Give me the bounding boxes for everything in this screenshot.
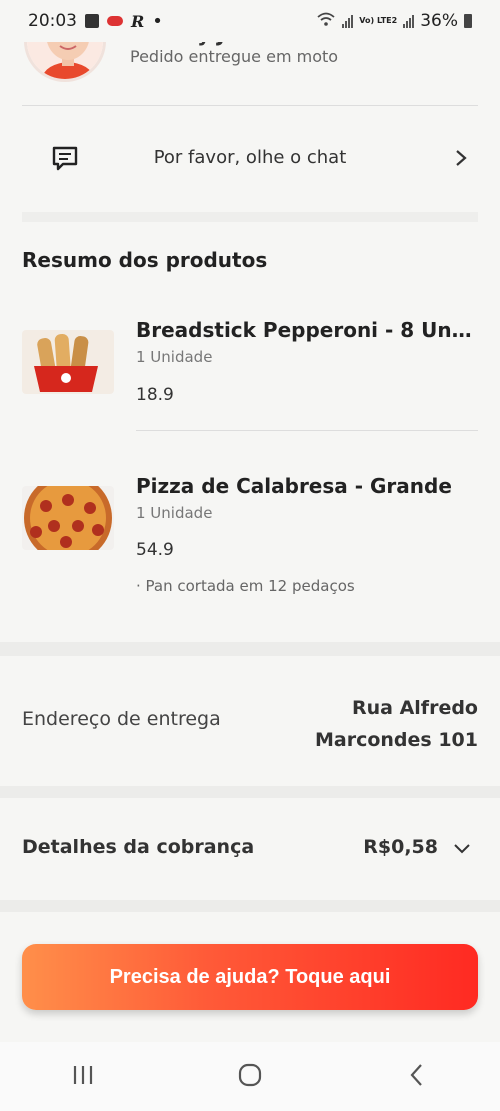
- wifi-icon: [316, 11, 336, 32]
- section-gap: [0, 786, 500, 798]
- delivery-address: Endereço de entrega Rua Alfredo Marconde…: [0, 656, 500, 786]
- address-line-1: Rua Alfredo: [352, 697, 478, 719]
- address-value: Rua Alfredo Marcondes 101: [315, 692, 478, 756]
- address-line-2: Marcondes 101: [314, 729, 478, 751]
- recent-apps-icon: [71, 1064, 95, 1090]
- products-summary: Resumo dos produtos Breadstick Pepperoni…: [0, 222, 500, 642]
- delivery-method: Pedido entregue em moto: [130, 47, 339, 66]
- chevron-down-icon[interactable]: [452, 838, 472, 858]
- back-button[interactable]: [387, 1047, 447, 1107]
- back-icon: [407, 1063, 427, 1091]
- product-quantity: 1 Unidade: [136, 348, 213, 366]
- chevron-right-icon: [452, 149, 470, 167]
- product-quantity: 1 Unidade: [136, 504, 213, 522]
- product-name: Breadstick Pepperoni - 8 Unidades: [136, 318, 476, 342]
- app-r-icon: R: [131, 11, 145, 31]
- address-label: Endereço de entrega: [22, 708, 221, 730]
- section-gap: [22, 212, 478, 222]
- lips-icon: [107, 16, 123, 26]
- billing-label: Detalhes da cobrança: [22, 836, 255, 858]
- notification-dot-icon: •: [152, 10, 163, 32]
- signal-icon: [342, 14, 354, 28]
- shopping-bag-icon: [85, 14, 99, 28]
- product-price: 54.9: [136, 540, 174, 560]
- billing-details-row[interactable]: Detalhes da cobrança R$0,58: [0, 798, 500, 900]
- products-title: Resumo dos produtos: [22, 248, 268, 272]
- recent-apps-button[interactable]: [53, 1047, 113, 1107]
- product-image: [22, 330, 114, 394]
- status-time: 20:03: [28, 11, 77, 31]
- network-type-label: Vo) LTE2: [359, 16, 398, 25]
- system-nav-bar: [0, 1042, 500, 1111]
- billing-value: R$0,58: [363, 836, 438, 858]
- divider: [136, 430, 478, 431]
- signal-icon-2: [403, 14, 415, 28]
- home-icon: [237, 1062, 263, 1092]
- chat-link-row[interactable]: Por favor, olhe o chat: [0, 106, 500, 212]
- battery-level: 36%: [420, 11, 458, 31]
- section-gap: [0, 900, 500, 912]
- home-button[interactable]: [220, 1047, 280, 1107]
- section-gap: [0, 642, 500, 656]
- help-button[interactable]: Precisa de ajuda? Toque aqui: [22, 944, 478, 1010]
- product-note: · Pan cortada em 12 pedaços: [136, 577, 355, 595]
- product-name: Pizza de Calabresa - Grande: [136, 474, 452, 498]
- chat-link-label: Por favor, olhe o chat: [153, 147, 347, 168]
- product-price: 18.9: [136, 385, 174, 405]
- status-bar: 20:03 R • Vo) LTE2 36%: [0, 0, 500, 42]
- battery-icon: [464, 14, 472, 28]
- product-image: [22, 486, 114, 550]
